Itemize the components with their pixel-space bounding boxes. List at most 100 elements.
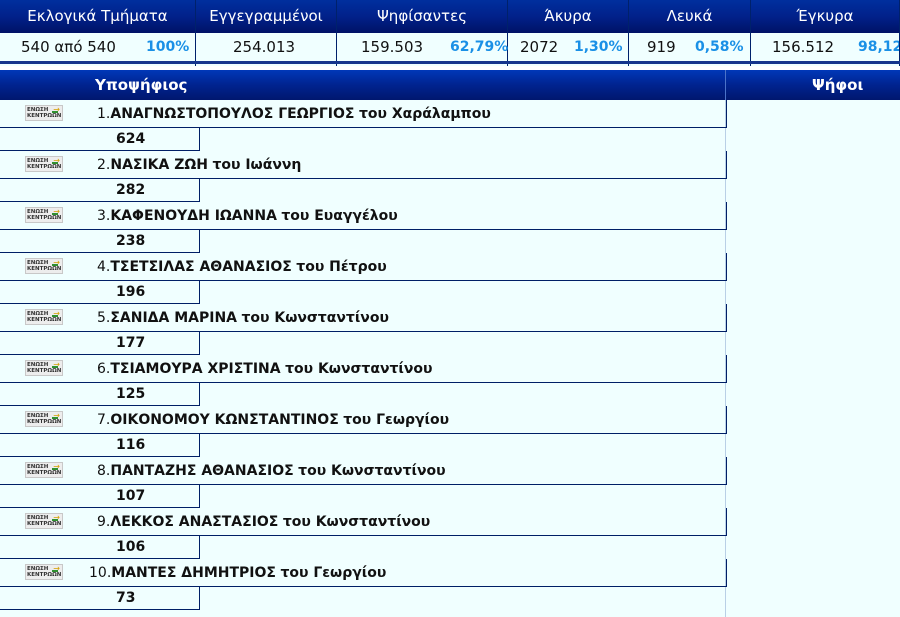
candidate-surname: ΤΣΕΤΣΙΛΑΣ ΑΘΑΝΑΣΙΟΣ <box>110 259 292 275</box>
stat-value: 2072 <box>520 38 559 56</box>
candidate-votes: 106 <box>116 539 146 555</box>
candidate-surname: ΑΝΑΓΝΩΣΤΟΠΟΥΛΟΣ ΓΕΩΡΓΙΟΣ <box>110 106 355 122</box>
candidate-surname: ΣΑΝΙΔΑ ΜΑΡΙΝΑ <box>110 310 238 326</box>
candidate-votes: 125 <box>116 386 146 402</box>
candidate-row: ΕΝΩΣΗ ΚΕΝΤΡΩΩΝ → 6.ΤΣΙΑΜΟΥΡΑ ΧΡΙΣΤΙΝΑ του … <box>0 355 900 406</box>
stat-header: Έγκυρα <box>751 0 899 33</box>
candidate-name-cell: ΕΝΩΣΗ ΚΕΝΤΡΩΩΝ → 2.ΝΑΣΙΚΑ ΖΩΗ του Ιωάννη <box>0 151 727 179</box>
candidate-votes: 196 <box>116 284 146 300</box>
candidate-patronymic: του Γεωργίου <box>280 565 387 581</box>
candidate-rank: 8. <box>97 463 111 479</box>
stat-value: 156.512 <box>772 38 835 56</box>
candidate-votes: 238 <box>116 233 146 249</box>
party-logo-stripe <box>52 315 58 317</box>
party-logo-icon: ΕΝΩΣΗ ΚΕΝΤΡΩΩΝ → <box>25 411 63 427</box>
candidate-surname: ΠΑΝΤΑΖΗΣ ΑΘΑΝΑΣΙΟΣ <box>110 463 294 479</box>
stat-value: 919 <box>647 38 676 56</box>
party-logo-stripe <box>52 111 58 113</box>
party-logo-icon: ΕΝΩΣΗ ΚΕΝΤΡΩΩΝ → <box>25 564 63 580</box>
candidate-row: ΕΝΩΣΗ ΚΕΝΤΡΩΩΝ → 2.ΝΑΣΙΚΑ ΖΩΗ του Ιωάννη 28… <box>0 151 900 202</box>
stat-percent: 98,12 <box>858 39 900 55</box>
candidate-row: ΕΝΩΣΗ ΚΕΝΤΡΩΩΝ → 4.ΤΣΕΤΣΙΛΑΣ ΑΘΑΝΑΣΙΟΣ του… <box>0 253 900 304</box>
candidate-votes: 177 <box>116 335 146 351</box>
candidate-rank: 4. <box>97 259 111 275</box>
candidate-rank: 1. <box>97 106 111 122</box>
candidate-surname: ΝΑΣΙΚΑ ΖΩΗ <box>110 157 209 173</box>
candidate-votes-cell: 73 <box>0 587 200 610</box>
candidate-patronymic: του Ιωάννη <box>212 157 302 173</box>
stat-percent: 62,79% <box>450 39 509 55</box>
candidate-name: 3.ΚΑΦΕΝΟΥΔΗ ΙΩΑΝΝΑ του Ευαγγέλου <box>97 202 398 230</box>
candidate-row: ΕΝΩΣΗ ΚΕΝΤΡΩΩΝ → 8.ΠΑΝΤΑΖΗΣ ΑΘΑΝΑΣΙΟΣ του … <box>0 457 900 508</box>
candidate-rank: 7. <box>97 412 111 428</box>
candidate-name-cell: ΕΝΩΣΗ ΚΕΝΤΡΩΩΝ → 9.ΛΕΚΚΟΣ ΑΝΑΣΤΑΣΙΟΣ του Κ… <box>0 508 727 536</box>
party-logo-icon: ΕΝΩΣΗ ΚΕΝΤΡΩΩΝ → <box>25 309 63 325</box>
candidate-surname: ΛΕΚΚΟΣ ΑΝΑΣΤΑΣΙΟΣ <box>110 514 279 530</box>
candidate-votes: 107 <box>116 488 146 504</box>
stat-value: 540 από 540 <box>21 38 116 56</box>
candidate-name: 8.ΠΑΝΤΑΖΗΣ ΑΘΑΝΑΣΙΟΣ του Κωνσταντίνου <box>97 457 446 485</box>
candidate-row: ΕΝΩΣΗ ΚΕΝΤΡΩΩΝ → 1.ΑΝΑΓΝΩΣΤΟΠΟΥΛΟΣ ΓΕΩΡΓΙΟ… <box>0 100 900 151</box>
party-logo-stripe <box>52 366 58 368</box>
candidate-votes-cell: 125 <box>0 383 200 406</box>
candidate-patronymic: του Κωνσταντίνου <box>285 361 433 377</box>
candidate-name: 1.ΑΝΑΓΝΩΣΤΟΠΟΥΛΟΣ ΓΕΩΡΓΙΟΣ του Χαράλαμπο… <box>97 100 491 128</box>
party-logo-stripe <box>52 570 58 572</box>
candidate-votes: 282 <box>116 182 146 198</box>
candidate-votes-cell: 106 <box>0 536 200 559</box>
candidate-rank: 5. <box>97 310 111 326</box>
stat-header: Εκλογικά Τμήματα <box>0 0 195 33</box>
candidate-votes-cell: 107 <box>0 485 200 508</box>
party-logo-stripe <box>52 162 58 164</box>
candidate-rank: 9. <box>97 514 111 530</box>
candidate-rank: 3. <box>97 208 111 224</box>
candidate-votes-cell: 116 <box>0 434 200 457</box>
stat-valid: Έγκυρα 156.512 98,12 <box>751 0 900 66</box>
candidate-patronymic: του Κωνσταντίνου <box>298 463 446 479</box>
stat-invalid: Άκυρα 2072 1,30% <box>508 0 629 66</box>
stat-value: 159.503 <box>361 38 424 56</box>
candidate-votes-cell: 238 <box>0 230 200 253</box>
stats-summary: Εκλογικά Τμήματα 540 από 540 100% Εγγεγρ… <box>0 0 900 66</box>
party-logo-icon: ΕΝΩΣΗ ΚΕΝΤΡΩΩΝ → <box>25 258 63 274</box>
candidate-name-cell: ΕΝΩΣΗ ΚΕΝΤΡΩΩΝ → 6.ΤΣΙΑΜΟΥΡΑ ΧΡΙΣΤΙΝΑ του … <box>0 355 727 383</box>
candidate-votes-cell: 177 <box>0 332 200 355</box>
candidate-votes: 73 <box>116 590 136 606</box>
stat-value: 254.013 <box>233 38 296 56</box>
party-logo-stripe <box>52 417 58 419</box>
candidate-name: 6.ΤΣΙΑΜΟΥΡΑ ΧΡΙΣΤΙΝΑ του Κωνσταντίνου <box>97 355 433 383</box>
stat-percent: 1,30% <box>574 39 623 55</box>
stat-voted: Ψηφίσαντες 159.503 62,79% <box>337 0 508 66</box>
candidate-patronymic: του Πέτρου <box>296 259 387 275</box>
stat-percent: 0,58% <box>695 39 744 55</box>
candidate-name: 10.ΜΑΝΤΕΣ ΔΗΜΗΤΡΙΟΣ του Γεωργίου <box>89 559 386 587</box>
party-logo-icon: ΕΝΩΣΗ ΚΕΝΤΡΩΩΝ → <box>25 207 63 223</box>
party-logo-stripe <box>52 213 58 215</box>
candidate-name: 2.ΝΑΣΙΚΑ ΖΩΗ του Ιωάννη <box>97 151 301 179</box>
stat-header: Εγγεγραμμένοι <box>196 0 336 33</box>
candidate-votes-cell: 624 <box>0 128 200 151</box>
candidate-rank: 2. <box>97 157 111 173</box>
candidate-votes-cell: 282 <box>0 179 200 202</box>
candidate-column-header: Υποψήφιος <box>95 76 188 94</box>
candidate-name: 9.ΛΕΚΚΟΣ ΑΝΑΣΤΑΣΙΟΣ του Κωνσταντίνου <box>97 508 430 536</box>
candidate-patronymic: του Κωνσταντίνου <box>241 310 389 326</box>
candidate-votes: 624 <box>116 131 146 147</box>
candidate-rank: 6. <box>97 361 111 377</box>
candidate-row: ΕΝΩΣΗ ΚΕΝΤΡΩΩΝ → 3.ΚΑΦΕΝΟΥΔΗ ΙΩΑΝΝΑ του Ευ… <box>0 202 900 253</box>
candidate-name: 7.ΟΙΚΟΝΟΜΟΥ ΚΩΝΣΤΑΝΤΙΝΟΣ του Γεωργίου <box>97 406 449 434</box>
party-logo-stripe <box>52 264 58 266</box>
stat-header: Λευκά <box>629 0 750 33</box>
candidate-patronymic: του Ευαγγέλου <box>281 208 398 224</box>
stat-blank: Λευκά 919 0,58% <box>629 0 751 66</box>
stat-percent: 100% <box>146 39 190 55</box>
candidates-header: Υποψήφιος Ψήφοι <box>0 70 900 100</box>
candidate-row: ΕΝΩΣΗ ΚΕΝΤΡΩΩΝ → 5.ΣΑΝΙΔΑ ΜΑΡΙΝΑ του Κωνστ… <box>0 304 900 355</box>
candidate-name-cell: ΕΝΩΣΗ ΚΕΝΤΡΩΩΝ → 5.ΣΑΝΙΔΑ ΜΑΡΙΝΑ του Κωνστ… <box>0 304 727 332</box>
stat-header: Ψηφίσαντες <box>337 0 507 33</box>
candidate-row: ΕΝΩΣΗ ΚΕΝΤΡΩΩΝ → 9.ΛΕΚΚΟΣ ΑΝΑΣΤΑΣΙΟΣ του Κ… <box>0 508 900 559</box>
column-divider <box>725 70 726 100</box>
candidate-surname: ΚΑΦΕΝΟΥΔΗ ΙΩΑΝΝΑ <box>110 208 277 224</box>
party-logo-icon: ΕΝΩΣΗ ΚΕΝΤΡΩΩΝ → <box>25 105 63 121</box>
candidate-row: ΕΝΩΣΗ ΚΕΝΤΡΩΩΝ → 10.ΜΑΝΤΕΣ ΔΗΜΗΤΡΙΟΣ του Γ… <box>0 559 900 610</box>
